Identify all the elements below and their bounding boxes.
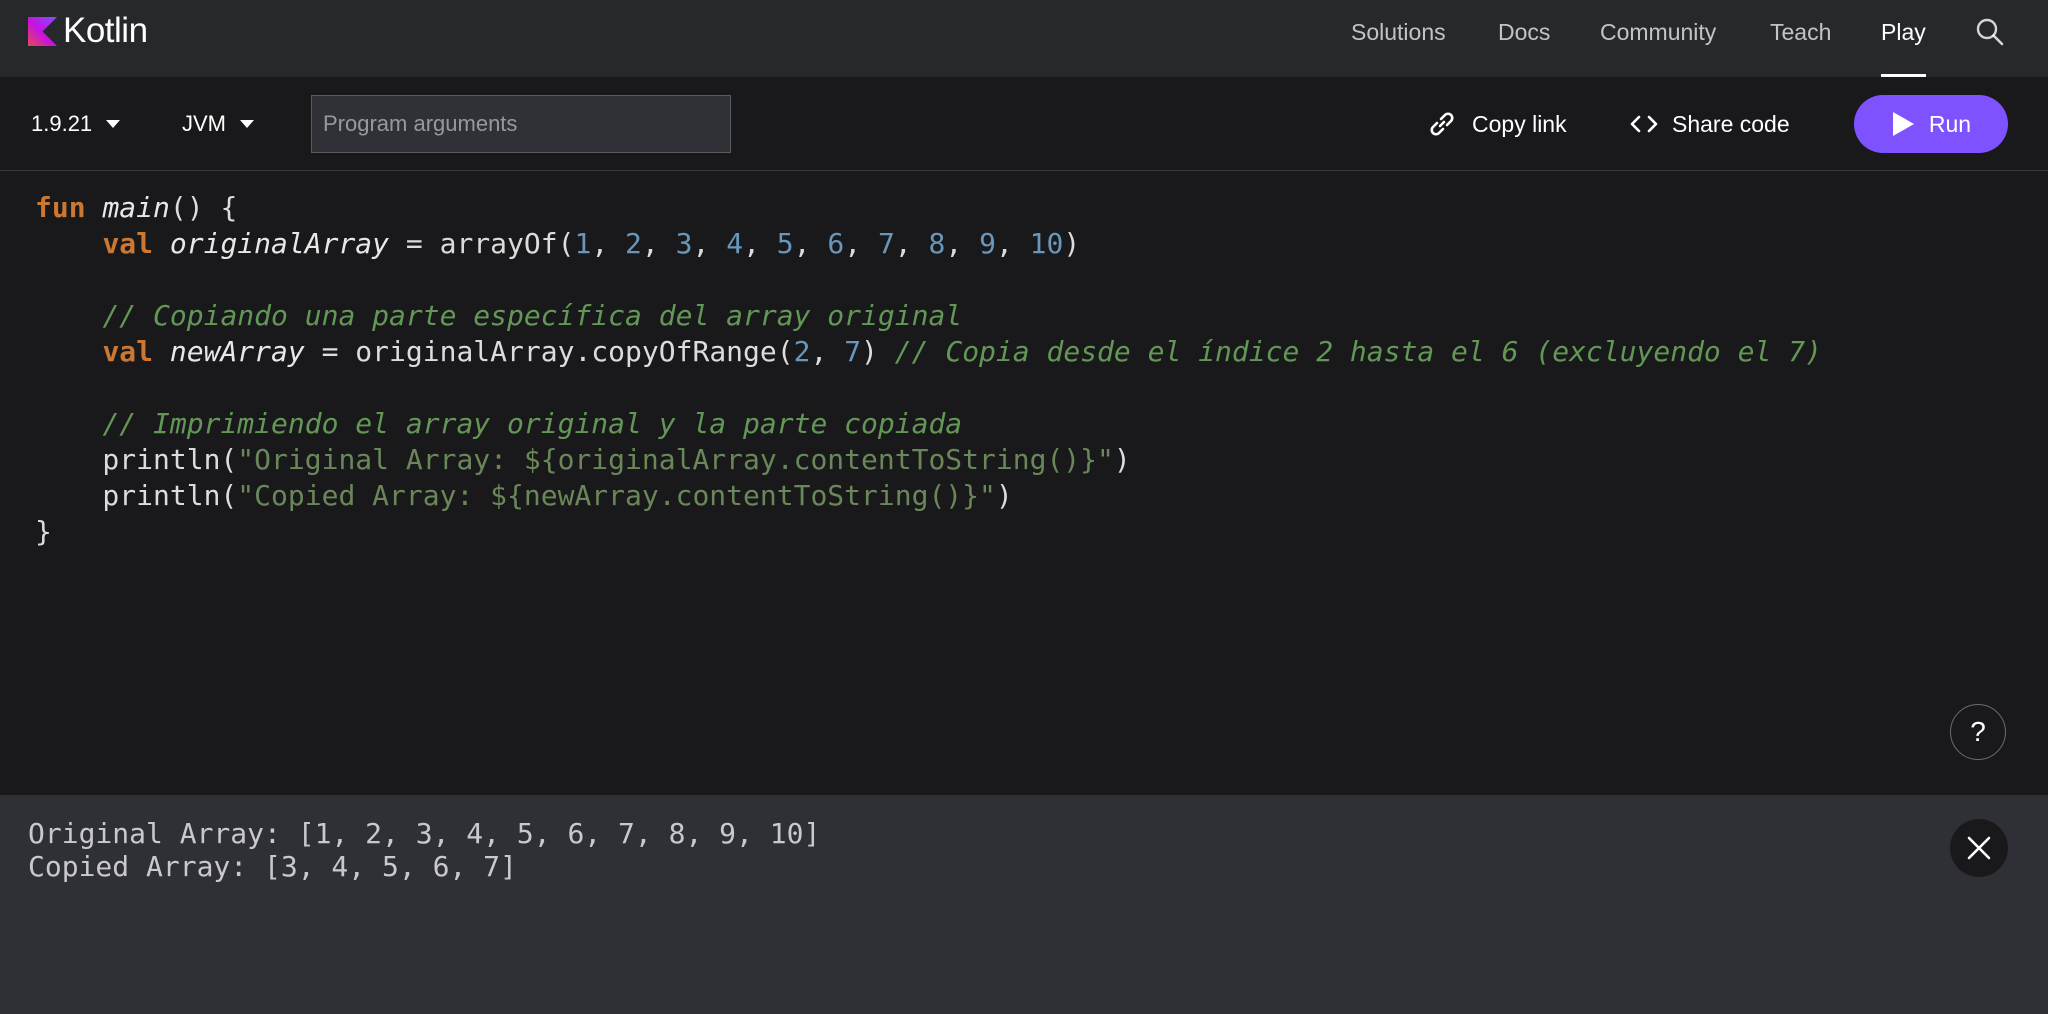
code-token: 2 [625, 227, 642, 260]
copy-link-label: Copy link [1472, 110, 1567, 137]
code-token: println( [35, 443, 238, 476]
kotlin-version-value: 1.9.21 [31, 111, 93, 136]
code-token: , [995, 227, 1030, 260]
code-token: 7 [844, 335, 862, 368]
kotlin-logo-icon [28, 16, 57, 46]
code-token: , [641, 227, 676, 260]
help-label: ? [1970, 716, 1986, 747]
code-token: , [591, 227, 626, 260]
code-token: newArray [169, 335, 305, 368]
nav-item-solutions[interactable]: Solutions [1351, 17, 1446, 47]
logo-text: Kotlin [63, 11, 148, 50]
code-token: // Copiando una parte específica del arr… [102, 299, 963, 332]
playground-toolbar: 1.9.21 JVM Copy link Share code R [0, 77, 2048, 171]
code-token: println( [35, 479, 238, 512]
code-line: fun main() { [35, 190, 1822, 226]
code-line: } [35, 514, 1822, 550]
code-token: // Imprimiendo el array original y la pa… [102, 407, 963, 440]
run-label: Run [1928, 110, 1972, 137]
copy-link-button[interactable]: Copy link [1426, 107, 1567, 141]
code-token: () { [169, 191, 238, 224]
code-line: val newArray = originalArray.copyOfRange… [35, 334, 1822, 370]
nav-item-community[interactable]: Community [1600, 17, 1716, 47]
code-token: "Original Array: ${originalArray.content… [237, 443, 1114, 476]
code-token: ) [1113, 443, 1131, 476]
link-icon [1430, 112, 1454, 136]
share-code-label: Share code [1672, 110, 1790, 137]
play-icon [1892, 112, 1914, 136]
kotlin-logo[interactable]: Kotlin [28, 11, 148, 50]
code-token: , [945, 227, 980, 260]
code-line: println("Copied Array: ${newArray.conten… [35, 478, 1822, 514]
program-arguments-input[interactable] [311, 95, 731, 153]
code-token: fun [35, 191, 86, 224]
target-platform-value: JVM [182, 111, 226, 136]
code-line: // Copiando una parte específica del arr… [35, 298, 1822, 334]
code-token: , [692, 227, 727, 260]
code-token: } [35, 515, 52, 548]
help-button[interactable]: ? [1950, 704, 2006, 760]
code-token: 4 [726, 227, 744, 260]
close-output-button[interactable] [1950, 819, 2008, 877]
output-line: Original Array: [1, 2, 3, 4, 5, 6, 7, 8,… [28, 817, 821, 850]
code-token: // Copia desde el índice 2 hasta el 6 (e… [894, 335, 1822, 368]
code-token: "Copied Array: ${newArray.contentToStrin… [237, 479, 996, 512]
chevron-down-icon [106, 120, 121, 128]
code-line: println("Original Array: ${originalArray… [35, 442, 1822, 478]
chevron-down-icon [240, 120, 254, 128]
code-token: , [894, 227, 929, 260]
code-content[interactable]: fun main() { val originalArray = arrayOf… [35, 190, 1822, 550]
code-token: val [102, 335, 154, 368]
code-token: 1 [574, 227, 592, 260]
code-token: main [102, 191, 170, 224]
code-token: 9 [979, 227, 996, 260]
run-button[interactable]: Run [1854, 95, 2008, 153]
code-token: ) [861, 335, 895, 368]
code-token: , [844, 227, 878, 260]
code-token: 8 [928, 227, 946, 260]
search-icon[interactable] [1975, 17, 2005, 47]
program-output: Original Array: [1, 2, 3, 4, 5, 6, 7, 8,… [28, 817, 820, 883]
code-token: , [793, 227, 828, 260]
share-code-button[interactable]: Share code [1630, 107, 1790, 141]
close-icon [1967, 836, 1991, 860]
nav-item-teach[interactable]: Teach [1770, 17, 1831, 47]
code-token: 7 [877, 227, 895, 260]
code-token: = arrayOf( [389, 227, 575, 260]
code-token: 6 [827, 227, 845, 260]
code-line: // Imprimiendo el array original y la pa… [35, 406, 1822, 442]
code-editor[interactable]: fun main() { val originalArray = arrayOf… [0, 172, 2048, 795]
output-panel: Original Array: [1, 2, 3, 4, 5, 6, 7, 8,… [0, 795, 2048, 1014]
code-token: , [743, 227, 777, 260]
code-token: = originalArray.copyOfRange( [304, 335, 794, 368]
code-token: 10 [1029, 227, 1064, 260]
code-token: 5 [776, 227, 794, 260]
kotlin-version-select[interactable]: 1.9.21 [31, 109, 121, 139]
nav-item-docs[interactable]: Docs [1498, 17, 1550, 47]
code-token: 2 [793, 335, 811, 368]
top-navigation: Kotlin Solutions Docs Community Teach Pl… [0, 0, 2048, 77]
code-brackets-icon [1630, 115, 1658, 133]
code-token: ) [995, 479, 1013, 512]
output-line: Copied Array: [3, 4, 5, 6, 7] [28, 850, 517, 883]
code-token: 3 [675, 227, 693, 260]
code-token: originalArray [169, 227, 390, 260]
code-token: val [102, 227, 154, 260]
code-token: , [810, 335, 845, 368]
target-platform-select[interactable]: JVM [182, 109, 254, 139]
code-token: ) [1063, 227, 1081, 260]
code-line: val originalArray = arrayOf(1, 2, 3, 4, … [35, 226, 1822, 262]
nav-item-play[interactable]: Play [1881, 17, 1926, 47]
